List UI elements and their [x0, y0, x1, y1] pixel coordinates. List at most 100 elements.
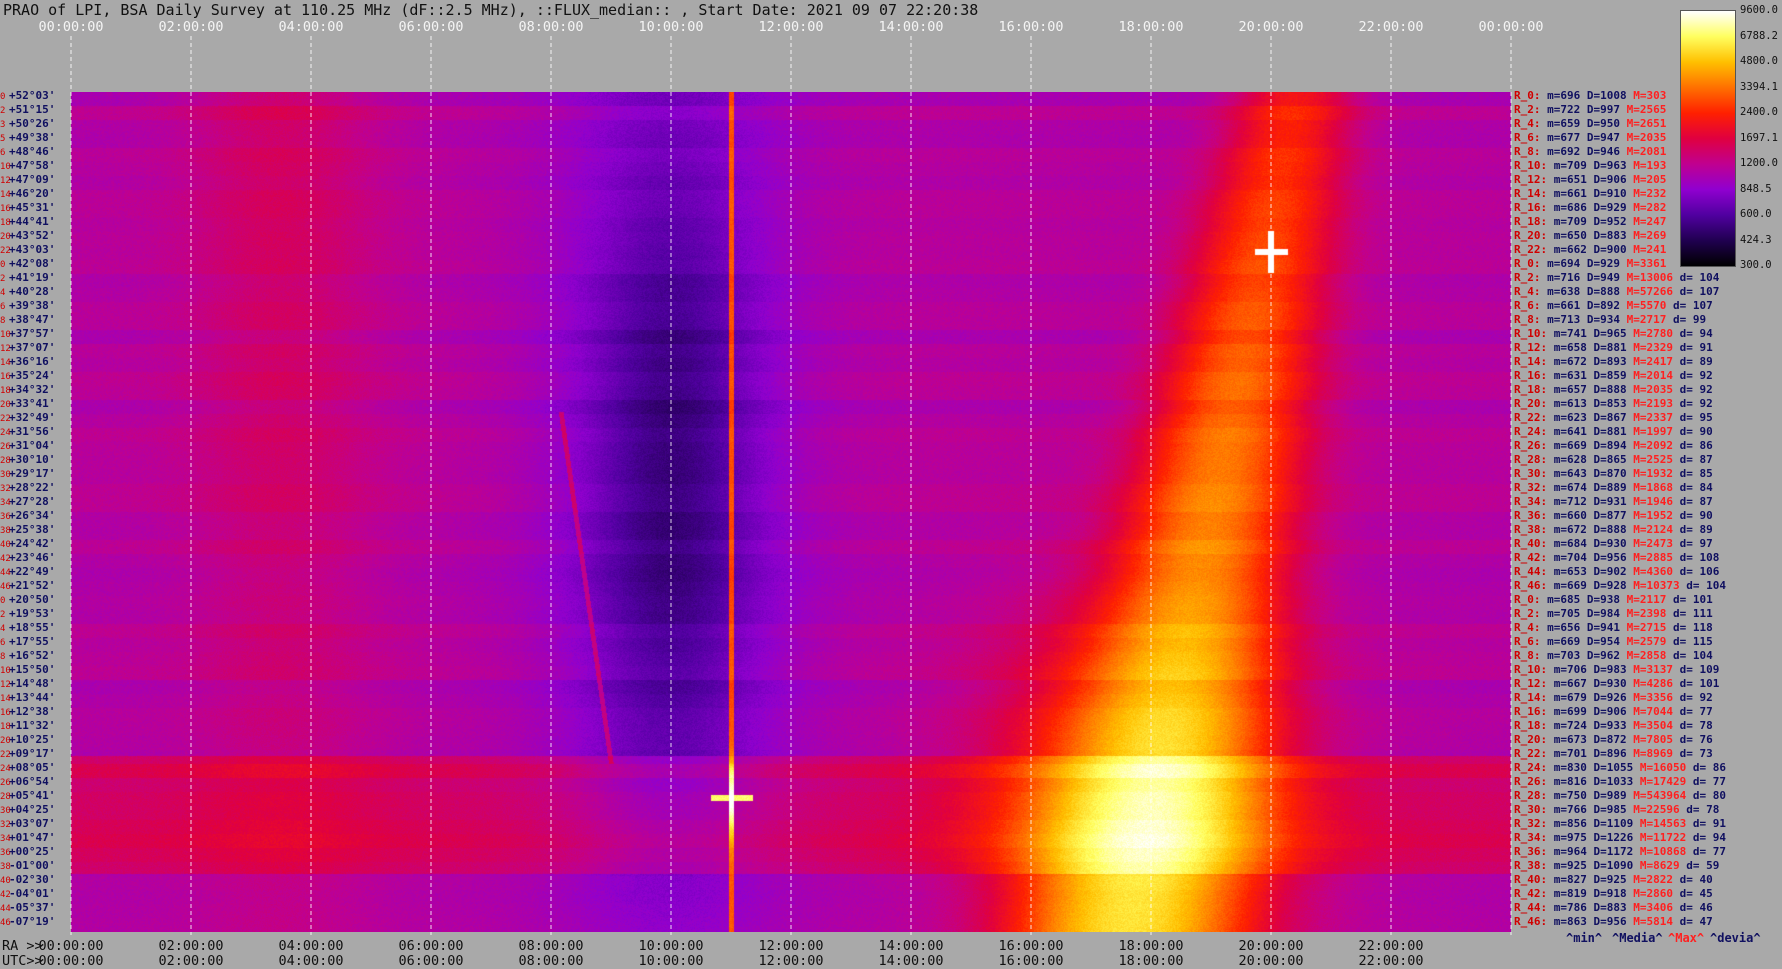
- row-stat-line: R_18: m=657 D=888 M=2035 d= 92: [1514, 383, 1719, 397]
- utc-axis-tick: 08:00:00: [518, 953, 584, 969]
- row-stat-line: R_16: m=631 D=859 M=2014 d= 92: [1514, 369, 1719, 383]
- flux-heatmap[interactable]: [71, 92, 1511, 932]
- row-median: D=896: [1593, 747, 1627, 760]
- row-median: D=956: [1593, 551, 1627, 564]
- row-stat-line: R_22: m=701 D=896 M=8969 d= 73: [1514, 747, 1719, 761]
- declination-value: +27°28': [9, 495, 56, 508]
- top-axis-tick: 18:00:00: [1118, 19, 1184, 35]
- row-min: m=661: [1553, 187, 1587, 200]
- declination-value: +43°52': [9, 229, 56, 242]
- row-median: D=989: [1593, 789, 1627, 802]
- beam-index: 22: [0, 414, 11, 424]
- row-min: m=638: [1547, 285, 1581, 298]
- row-max: M=3361: [1626, 257, 1667, 270]
- beam-index: 14: [0, 358, 11, 368]
- beam-index: 20: [0, 736, 11, 746]
- row-median: D=888: [1593, 383, 1627, 396]
- declination-value: +52°03': [9, 89, 56, 102]
- row-stat-line: R_10: m=706 D=983 M=3137 d= 109: [1514, 663, 1726, 677]
- row-devia: d= 92: [1679, 369, 1713, 382]
- declination-value: +19°53': [9, 607, 56, 620]
- row-median: D=984: [1586, 607, 1620, 620]
- row-stat-line: R_0: m=685 D=938 M=2117 d= 101: [1514, 593, 1719, 607]
- top-axis-tick: 22:00:00: [1358, 19, 1424, 35]
- row-id: R_26:: [1514, 439, 1548, 452]
- top-axis-tick: 10:00:00: [638, 19, 704, 35]
- declination-row-label: 3 +50°26': [0, 117, 70, 131]
- row-max: M=2092: [1633, 439, 1673, 452]
- row-max: M=10373: [1633, 579, 1680, 592]
- row-median: D=985: [1593, 803, 1627, 816]
- row-devia: d= 104: [1673, 649, 1713, 662]
- row-min: m=766: [1553, 803, 1587, 816]
- row-id: R_24:: [1514, 425, 1548, 438]
- row-id: R_16:: [1514, 201, 1548, 214]
- row-max: M=11722: [1639, 831, 1687, 844]
- declination-row-label: 6 +17°55': [0, 635, 70, 649]
- row-devia: d= 45: [1679, 887, 1713, 900]
- row-max: M=13006: [1626, 271, 1673, 284]
- row-stat-line: R_18: m=724 D=933 M=3504 d= 78: [1514, 719, 1719, 733]
- row-median: D=928: [1593, 579, 1627, 592]
- declination-row-label: 34+27°28': [0, 495, 70, 509]
- declination-value: +51°15': [9, 103, 56, 116]
- declination-value: +13°44': [9, 691, 56, 704]
- row-stat-line: R_20: m=613 D=853 M=2193 d= 92: [1514, 397, 1719, 411]
- row-stat-line: R_4: m=638 D=888 M=57266 d= 107: [1514, 285, 1726, 299]
- row-stat-line: R_34: m=975 D=1226 M=11722 d= 94: [1514, 831, 1733, 845]
- declination-value: +46°20': [9, 187, 56, 200]
- declination-row-label: 20+43°52': [0, 229, 70, 243]
- declination-value: +25°38': [9, 523, 56, 536]
- row-median: D=929: [1593, 201, 1627, 214]
- row-stat-line: R_2: m=716 D=949 M=13006 d= 104: [1514, 271, 1726, 285]
- row-stat-line: R_12: m=667 D=930 M=4286 d= 101: [1514, 677, 1726, 691]
- row-min: m=651: [1553, 173, 1587, 186]
- beam-index: 16: [0, 708, 11, 718]
- beam-index: 22: [0, 750, 11, 760]
- row-max: M=193: [1633, 159, 1667, 172]
- declination-value: -07°19': [9, 915, 56, 928]
- row-id: R_30:: [1514, 467, 1548, 480]
- row-max: M=8629: [1639, 859, 1680, 872]
- beam-index: 42: [0, 554, 11, 564]
- ra-axis-tick: 16:00:00: [998, 938, 1064, 954]
- row-devia: d= 91: [1692, 817, 1726, 830]
- row-id: R_0:: [1514, 89, 1541, 102]
- row-min: m=964: [1553, 845, 1587, 858]
- ra-axis-tick: 22:00:00: [1358, 938, 1424, 954]
- declination-value: +39°38': [9, 299, 56, 312]
- declination-row-label: 38-01°00': [0, 859, 70, 873]
- top-axis-tick: 12:00:00: [758, 19, 824, 35]
- declination-row-label: 22+43°03': [0, 243, 70, 257]
- row-id: R_36:: [1514, 509, 1548, 522]
- row-median: D=881: [1593, 341, 1627, 354]
- declination-row-label: 18+44°41': [0, 215, 70, 229]
- row-devia: d= 107: [1673, 299, 1713, 312]
- row-id: R_20:: [1514, 733, 1548, 746]
- colorbar-tick-label: 600.0: [1740, 208, 1772, 220]
- row-median: D=925: [1593, 873, 1627, 886]
- row-max: M=4286: [1633, 677, 1673, 690]
- declination-row-label: 22+09°17': [0, 747, 70, 761]
- row-devia: d= 94: [1692, 831, 1726, 844]
- declination-row-label: 8 +16°52': [0, 649, 70, 663]
- row-min: m=643: [1553, 467, 1587, 480]
- top-axis-tick: 14:00:00: [878, 19, 944, 35]
- declination-row-label: 2 +51°15': [0, 103, 70, 117]
- row-min: m=816: [1553, 775, 1587, 788]
- row-id: R_22:: [1514, 243, 1548, 256]
- row-median: D=906: [1593, 173, 1627, 186]
- row-min: m=975: [1553, 831, 1587, 844]
- row-median: D=963: [1593, 159, 1627, 172]
- row-median: D=1008: [1586, 89, 1627, 102]
- utc-axis-tick: 20:00:00: [1238, 953, 1304, 969]
- declination-row-label: 36+26°34': [0, 509, 70, 523]
- declination-value: +32°49': [9, 411, 56, 424]
- row-max: M=2780: [1633, 327, 1673, 340]
- row-min: m=685: [1547, 593, 1581, 606]
- row-max: M=1997: [1633, 425, 1673, 438]
- colorbar-tick-label: 300.0: [1740, 259, 1772, 271]
- declination-row-label: 18+11°32': [0, 719, 70, 733]
- row-min: m=696: [1547, 89, 1581, 102]
- declination-value: -02°30': [9, 873, 56, 886]
